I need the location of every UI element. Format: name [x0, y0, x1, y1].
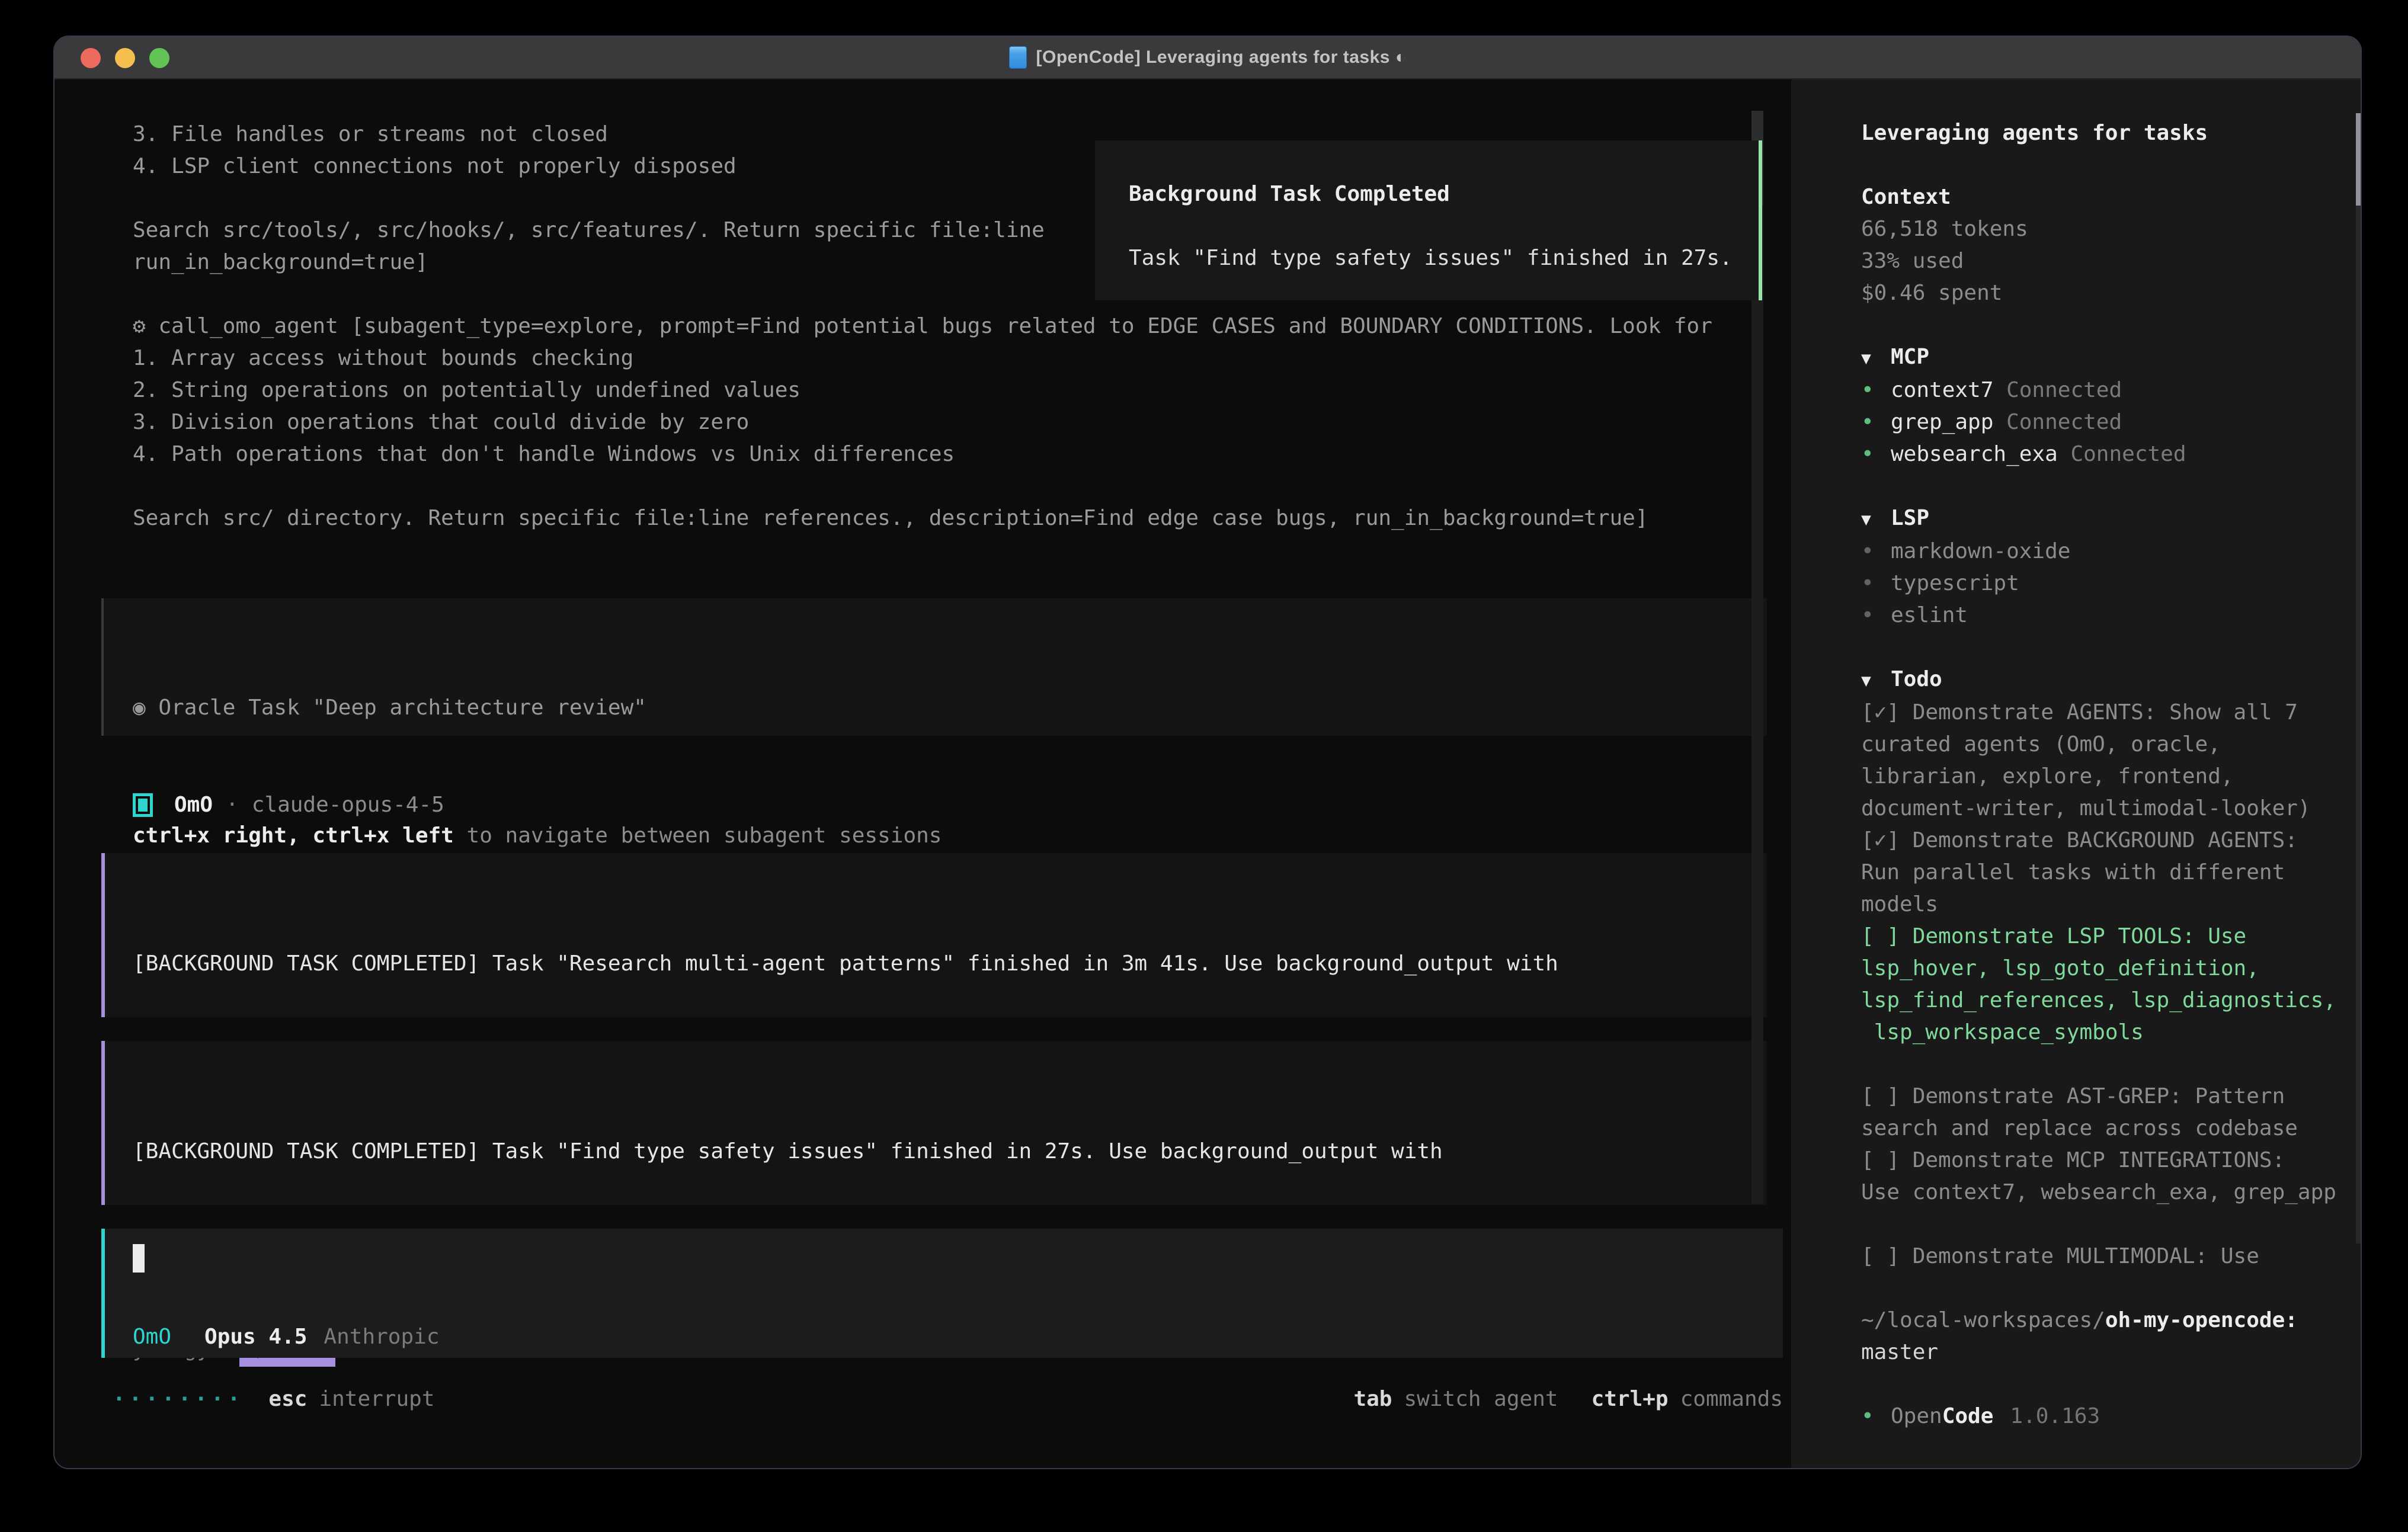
- workspace-branch: master: [1861, 1337, 2337, 1368]
- prompt-input[interactable]: OmO Opus 4.5 Anthropic: [101, 1229, 1783, 1358]
- bullet-icon: •: [1861, 600, 1891, 632]
- oracle-task-card[interactable]: ◉ Oracle Task "Deep architecture review"…: [101, 598, 1767, 736]
- todo-completed-items: [✓] Demonstrate AGENTS: Show all 7 curat…: [1861, 697, 2337, 921]
- esc-key-hint[interactable]: esc: [268, 1383, 307, 1415]
- window-title: [OpenCode] Leveraging agents for tasks ◐: [1036, 47, 1407, 68]
- context-stats: 66,518 tokens 33% used $0.46 spent: [1861, 213, 2337, 309]
- status-bar: ········ esc interrupt tab switch agent …: [113, 1383, 1783, 1415]
- opencode-version-row: •OpenCode1.0.163: [1861, 1400, 2337, 1432]
- separator-dot: ·: [226, 789, 239, 821]
- mcp-item: •grep_app Connected: [1861, 406, 2337, 438]
- document-icon: [1009, 46, 1027, 69]
- zoom-button[interactable]: [149, 48, 169, 68]
- ctrlp-key-hint[interactable]: ctrl+p: [1592, 1383, 1669, 1415]
- mcp-item: •websearch_exa Connected: [1861, 438, 2337, 470]
- todo-pending-items: [ ] Demonstrate AST-GREP: Pattern search…: [1861, 1081, 2337, 1209]
- collapse-triangle-icon[interactable]: ▼: [1861, 665, 1891, 697]
- collapse-triangle-icon[interactable]: ▼: [1861, 504, 1891, 536]
- toast-body: Task "Find type safety issues" finished …: [1129, 242, 1759, 274]
- tab-key-hint[interactable]: tab: [1353, 1383, 1392, 1415]
- session-sidebar[interactable]: Leveraging agents for tasks Context 66,5…: [1791, 79, 2361, 1468]
- close-button[interactable]: [81, 48, 101, 68]
- status-bullet-icon: •: [1861, 438, 1891, 470]
- agent-name: OmO: [174, 789, 213, 821]
- session-title: Leveraging agents for tasks: [1861, 117, 2337, 149]
- background-task-message[interactable]: [BACKGROUND TASK COMPLETED] Task "Find t…: [101, 1041, 1767, 1205]
- task-message-line1: [BACKGROUND TASK COMPLETED] Task "Find t…: [133, 1136, 1767, 1168]
- agent-omo-icon: [133, 793, 153, 817]
- subagent-nav-hint: ctrl+x right, ctrl+x left to navigate be…: [133, 820, 1767, 852]
- chat-transcript[interactable]: 3. File handles or streams not closed 4.…: [55, 79, 1791, 1468]
- task-message-line1: [BACKGROUND TASK COMPLETED] Task "Resear…: [133, 948, 1767, 980]
- lsp-item: •eslint: [1861, 600, 2337, 632]
- todo-pending-items: [ ] Demonstrate MULTIMODAL: Use: [1861, 1241, 2337, 1273]
- window-controls: [81, 48, 169, 68]
- minimize-button[interactable]: [115, 48, 135, 68]
- mcp-item: •context7 Connected: [1861, 374, 2337, 406]
- status-bullet-icon: •: [1861, 406, 1891, 438]
- bullet-icon: •: [1861, 536, 1891, 568]
- workspace-path: ~/local-workspaces/oh-my-opencode:: [1861, 1305, 2337, 1337]
- provider-label: Anthropic: [324, 1321, 439, 1353]
- toast-title: Background Task Completed: [1129, 178, 1759, 210]
- terminal-window: [OpenCode] Leveraging agents for tasks ◐…: [53, 36, 2362, 1469]
- background-task-message[interactable]: [BACKGROUND TASK COMPLETED] Task "Resear…: [101, 853, 1767, 1017]
- toast-notification[interactable]: Background Task Completed Task "Find typ…: [1095, 140, 1762, 300]
- active-agent-label: OmO: [133, 1321, 171, 1353]
- titlebar[interactable]: [OpenCode] Leveraging agents for tasks ◐: [55, 37, 2361, 79]
- todo-section-header[interactable]: ▼Todo: [1861, 664, 2337, 697]
- agent-header: OmO · claude-opus-4-5: [133, 789, 444, 821]
- lsp-item: •markdown-oxide: [1861, 536, 2337, 568]
- keyboard-shortcut: ctrl+x right, ctrl+x left: [133, 823, 454, 848]
- bullet-icon: •: [1861, 568, 1891, 600]
- sidebar-scrollbar-thumb[interactable]: [2356, 113, 2362, 206]
- collapse-triangle-icon[interactable]: ▼: [1861, 342, 1891, 374]
- agent-model: claude-opus-4-5: [252, 789, 444, 821]
- status-bullet-icon: •: [1861, 1400, 1891, 1432]
- lsp-item: •typescript: [1861, 568, 2337, 600]
- lsp-section-header[interactable]: ▼LSP: [1861, 502, 2337, 536]
- text-cursor: [133, 1244, 145, 1273]
- todo-active-item: [ ] Demonstrate LSP TOOLS: Use lsp_hover…: [1861, 921, 2337, 1049]
- status-bullet-icon: •: [1861, 374, 1891, 406]
- oracle-task-title: ◉ Oracle Task "Deep architecture review": [133, 692, 1767, 724]
- sidebar-scrollbar[interactable]: [2356, 113, 2362, 1243]
- model-selector[interactable]: OmO Opus 4.5 Anthropic: [133, 1321, 440, 1353]
- working-indicator-dots: ········: [113, 1383, 244, 1415]
- context-heading: Context: [1861, 181, 2337, 213]
- mcp-section-header[interactable]: ▼MCP: [1861, 341, 2337, 374]
- active-model-label: Opus 4.5: [204, 1321, 307, 1353]
